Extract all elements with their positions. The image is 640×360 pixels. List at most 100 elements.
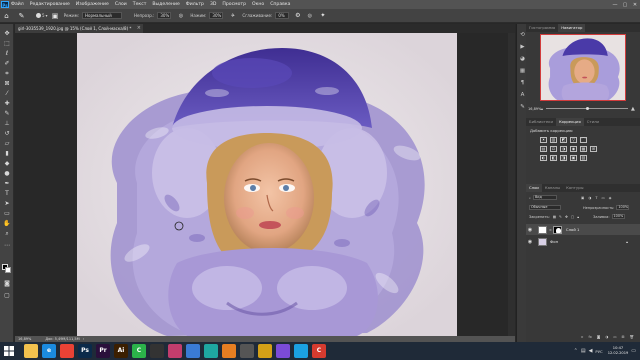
move-tool-icon[interactable]: ✥ bbox=[3, 30, 11, 38]
menu-item[interactable]: Просмотр bbox=[222, 2, 246, 7]
illustrator-icon[interactable]: Ai bbox=[114, 344, 128, 358]
add-mask-icon[interactable]: ◙ bbox=[597, 335, 600, 339]
dodge-tool-icon[interactable]: ● bbox=[3, 170, 11, 178]
adjustment-icon[interactable]: ⚖ bbox=[550, 145, 557, 152]
menu-item[interactable]: Окно bbox=[252, 2, 264, 7]
new-adjustment-icon[interactable]: ◑ bbox=[605, 335, 608, 339]
gear-icon[interactable]: ⚙ bbox=[293, 11, 302, 20]
menu-item[interactable]: Файл bbox=[11, 2, 24, 7]
chain-link-icon[interactable]: ∞ bbox=[549, 228, 552, 232]
shape-tool-icon[interactable]: ▭ bbox=[3, 210, 11, 218]
fx-icon[interactable]: fx bbox=[589, 335, 592, 339]
maximize-button[interactable]: ▢ bbox=[620, 0, 630, 9]
eraser-tool-icon[interactable]: ▱ bbox=[3, 140, 11, 148]
crop-tool-icon[interactable]: ⌗ bbox=[3, 70, 11, 78]
adjustment-icon[interactable]: ▥ bbox=[550, 136, 557, 143]
document-tab[interactable]: girl-3035539_1920.jpg @ 15% (Слой 1, Сло… bbox=[15, 24, 143, 33]
volume-icon[interactable]: ◀︎ bbox=[589, 348, 593, 354]
layer-thumbnail[interactable] bbox=[538, 237, 547, 246]
brush-tool-icon[interactable]: ✎ bbox=[17, 11, 26, 20]
adjustment-icon[interactable]: ▽ bbox=[570, 136, 577, 143]
airbrush-icon[interactable]: ✈ bbox=[228, 11, 237, 20]
stamp-tool-icon[interactable]: ⊥ bbox=[3, 120, 11, 128]
blur-tool-icon[interactable]: ◆ bbox=[3, 160, 11, 168]
photoshop-icon[interactable]: Ps bbox=[78, 344, 92, 358]
more-tools-icon[interactable]: ⋯ bbox=[3, 242, 11, 250]
menu-item[interactable]: Текст bbox=[133, 2, 147, 7]
document-canvas[interactable] bbox=[77, 33, 457, 336]
layer-mask-thumbnail[interactable] bbox=[552, 225, 562, 234]
hand-tool-icon[interactable]: ✋ bbox=[3, 220, 11, 228]
smoothing-input[interactable]: 0% bbox=[275, 12, 290, 19]
brushes-icon[interactable]: ✎ bbox=[519, 104, 526, 111]
app-orange-icon[interactable] bbox=[222, 344, 236, 358]
menu-item[interactable]: Редактирование bbox=[30, 2, 70, 7]
character-icon[interactable]: A bbox=[519, 92, 526, 99]
close-button[interactable]: ✕ bbox=[630, 0, 640, 9]
lock-paint-icon[interactable]: ✎ bbox=[559, 215, 562, 219]
new-layer-icon[interactable]: ⊞ bbox=[622, 335, 625, 339]
adjustment-icon[interactable]: ▤ bbox=[540, 145, 547, 152]
eye-icon[interactable]: ◉ bbox=[526, 239, 534, 245]
filter-shape-icon[interactable]: ▭ bbox=[601, 196, 604, 200]
ie-icon[interactable]: e bbox=[42, 344, 56, 358]
clock[interactable]: 10:47 12.02.2019 bbox=[608, 346, 629, 356]
brush-tool-active-icon[interactable]: ✎ bbox=[3, 110, 11, 118]
eyedropper-tool-icon[interactable]: ⁄ bbox=[3, 90, 11, 98]
menu-item[interactable]: Выделение bbox=[152, 2, 179, 7]
adjustment-icon[interactable]: ◑ bbox=[560, 145, 567, 152]
brush-panel-icon[interactable]: ▣ bbox=[51, 11, 60, 20]
quick-select-tool-icon[interactable]: ✐ bbox=[3, 60, 11, 68]
adjustment-icon[interactable]: ▣ bbox=[570, 154, 577, 161]
navigator-preview[interactable] bbox=[540, 34, 626, 101]
type-tool-icon[interactable]: T bbox=[3, 190, 11, 198]
close-icon[interactable]: × bbox=[137, 24, 141, 33]
path-select-tool-icon[interactable]: ➤ bbox=[3, 200, 11, 208]
pressure-opacity-icon[interactable]: ◎ bbox=[176, 11, 185, 20]
app-gold-icon[interactable] bbox=[258, 344, 272, 358]
layer-name[interactable]: Фон bbox=[550, 239, 558, 244]
adjustment-icon[interactable]: ▧ bbox=[580, 154, 587, 161]
layer-name[interactable]: Слой 1 bbox=[566, 227, 580, 232]
flow-input[interactable]: 30% bbox=[209, 12, 224, 19]
menu-item[interactable]: Изображение bbox=[76, 2, 109, 7]
app-blue-icon[interactable] bbox=[186, 344, 200, 358]
minimize-button[interactable]: — bbox=[610, 0, 620, 9]
navigator-zoom-slider[interactable] bbox=[546, 107, 628, 110]
quick-mask-icon[interactable]: ◙ bbox=[3, 280, 11, 288]
pen-tool-icon[interactable]: ✒ bbox=[3, 180, 11, 188]
gradient-tool-icon[interactable]: ▮ bbox=[3, 150, 11, 158]
tab-layers[interactable]: Слои bbox=[526, 184, 542, 192]
adjustment-icon[interactable]: ◐ bbox=[540, 154, 547, 161]
filter-pixel-icon[interactable]: ▣ bbox=[581, 196, 584, 200]
brush-preset-picker[interactable]: 5 ▾ bbox=[36, 13, 48, 18]
lock-artboard-icon[interactable]: ▢ bbox=[571, 215, 574, 219]
symmetry-icon[interactable]: ✦ bbox=[318, 11, 327, 20]
layer-row[interactable]: ◉ Фон 🔒︎ bbox=[526, 236, 640, 247]
link-layers-icon[interactable]: ∞ bbox=[581, 335, 584, 339]
lasso-tool-icon[interactable]: ℓ bbox=[3, 50, 11, 58]
adjustment-icon[interactable]: ◧ bbox=[550, 154, 557, 161]
zoom-tool-icon[interactable]: ⌕ bbox=[3, 230, 11, 238]
app-red-icon[interactable]: C bbox=[312, 344, 326, 358]
vertical-scrollbar[interactable] bbox=[508, 33, 515, 336]
adjustment-icon[interactable]: ▦ bbox=[580, 145, 587, 152]
adjustment-icon[interactable]: ◨ bbox=[560, 154, 567, 161]
adjustment-icon[interactable]: ☀ bbox=[540, 136, 547, 143]
app-gray-icon[interactable] bbox=[240, 344, 254, 358]
marquee-tool-icon[interactable]: ⬚ bbox=[3, 40, 11, 48]
explorer-icon[interactable] bbox=[24, 344, 38, 358]
app-teal-icon[interactable] bbox=[204, 344, 218, 358]
tab-adjustments[interactable]: Коррекция bbox=[555, 118, 584, 126]
layer-row[interactable]: ◉ ∞ Слой 1 bbox=[526, 224, 640, 235]
navigator-zoom-value[interactable]: 16,89% bbox=[528, 107, 541, 111]
healing-tool-icon[interactable]: ✚ bbox=[3, 100, 11, 108]
opacity-input[interactable]: 30% bbox=[157, 12, 172, 19]
app-violet-icon[interactable] bbox=[276, 344, 290, 358]
tab-histogram[interactable]: Гистограмма bbox=[526, 24, 558, 32]
start-button[interactable] bbox=[0, 342, 18, 360]
history-brush-tool-icon[interactable]: ↺ bbox=[3, 130, 11, 138]
lock-all-icon[interactable]: 🔒︎ bbox=[577, 215, 579, 219]
layer-thumbnail[interactable] bbox=[538, 225, 547, 234]
language-indicator[interactable]: РУС bbox=[595, 349, 602, 354]
